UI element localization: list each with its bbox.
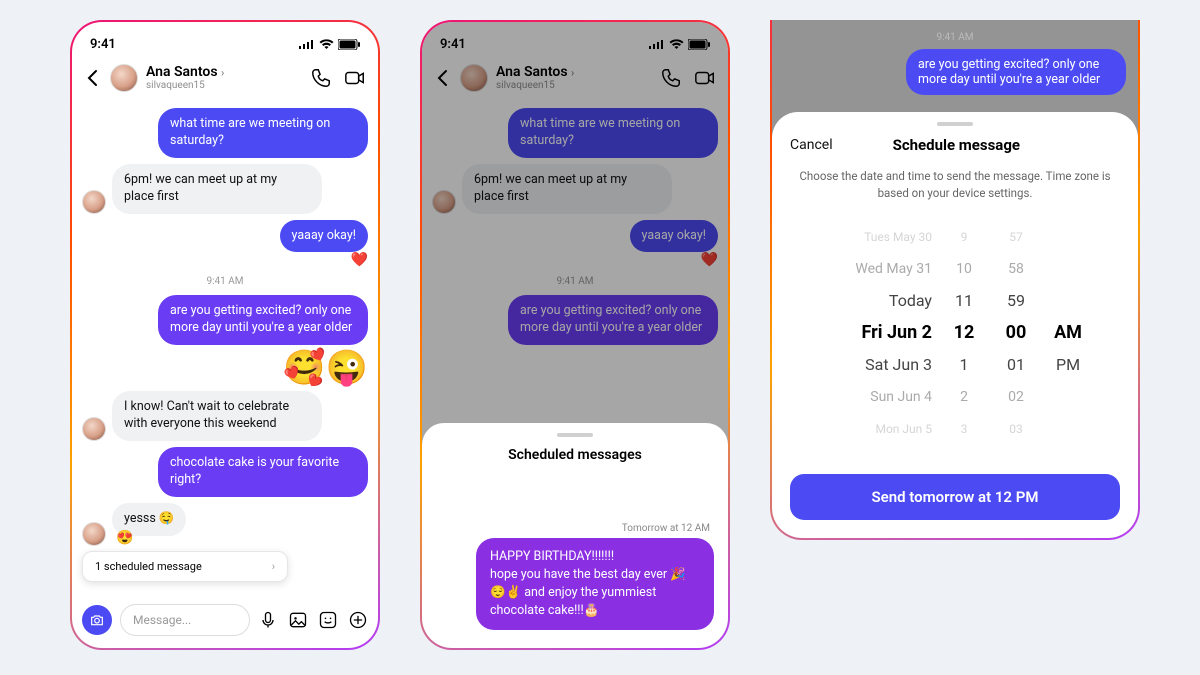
sticker-button[interactable] [318,610,338,630]
sender-avatar [82,190,106,214]
contact-avatar[interactable] [110,64,138,92]
sender-avatar [82,522,106,546]
cellular-signal-icon [299,39,315,49]
sheet-title: Scheduled messages [436,447,714,463]
timestamp: 9:41 AM [772,32,1138,43]
sheet-subtitle: Choose the date and time to send the mes… [790,168,1120,221]
gallery-button[interactable] [288,610,308,630]
composer: Message... [72,596,378,648]
timestamp: 9:41 AM [82,276,368,287]
message-reaction[interactable]: ❤️ [351,252,368,268]
datetime-picker[interactable]: Tues May 30957 Wed May 311058 Today1159 … [790,221,1120,475]
banner-text: 1 scheduled message [95,560,202,573]
chevron-right-icon: › [272,560,275,573]
battery-icon [338,39,360,50]
wifi-icon [319,39,334,50]
contact-handle: silvaqueen15 [146,79,224,92]
camera-button[interactable] [82,605,112,635]
sender-avatar [82,417,106,441]
video-call-button[interactable] [344,67,366,89]
phone-chat: 9:41 Ana Santos › silvaqueen15 [70,20,380,650]
message-reaction[interactable]: 😍 [116,530,133,546]
audio-call-button[interactable] [310,67,332,89]
sheet-title: Schedule message [793,136,1120,154]
scheduled-messages-sheet: Scheduled messages Tomorrow at 12 AM HAP… [422,423,728,649]
chat-header: Ana Santos › silvaqueen15 [72,58,378,102]
phone-schedule-picker: 9:41 AM are you getting excited? only on… [770,20,1140,540]
schedule-message-sheet: Cancel Schedule message Choose the date … [772,112,1138,538]
message-sent[interactable]: yaaay okay! [280,220,368,253]
sheet-grabber[interactable] [937,122,973,126]
message-sent[interactable]: chocolate cake is your favorite right? [158,447,368,497]
scheduled-message-banner[interactable]: 1 scheduled message › [82,551,288,582]
sticker[interactable]: 🥰😜 [283,351,368,385]
phone-scheduled-list: 9:41 Ana Santos › silvaqueen15 [420,20,730,650]
scheduled-time-label: Tomorrow at 12 AM [436,523,714,534]
message-sent: are you getting excited? only one more d… [906,49,1126,95]
message-received[interactable]: 6pm! we can meet up at my place first [112,164,322,214]
mic-button[interactable] [258,610,278,630]
scheduled-message-bubble[interactable]: HAPPY BIRTHDAY!!!!!!! hope you have the … [476,538,714,631]
back-button[interactable] [84,69,102,87]
message-sent[interactable]: what time are we meeting on saturday? [158,108,368,158]
status-time: 9:41 [90,37,116,52]
message-input[interactable]: Message... [120,604,250,636]
contact-info[interactable]: Ana Santos › silvaqueen15 [146,65,224,92]
add-button[interactable] [348,610,368,630]
message-sent[interactable]: are you getting excited? only one more d… [158,295,368,345]
message-list[interactable]: what time are we meeting on saturday? 6p… [72,102,378,596]
status-icons [299,39,360,50]
sheet-grabber[interactable] [557,433,593,437]
send-scheduled-button[interactable]: Send tomorrow at 12 PM [790,474,1120,520]
status-bar: 9:41 [72,30,378,58]
contact-name: Ana Santos [146,64,218,80]
picker-selected-row: Fri Jun 21200AM [790,317,1120,349]
message-received[interactable]: I know! Can't wait to celebrate with eve… [112,391,322,441]
